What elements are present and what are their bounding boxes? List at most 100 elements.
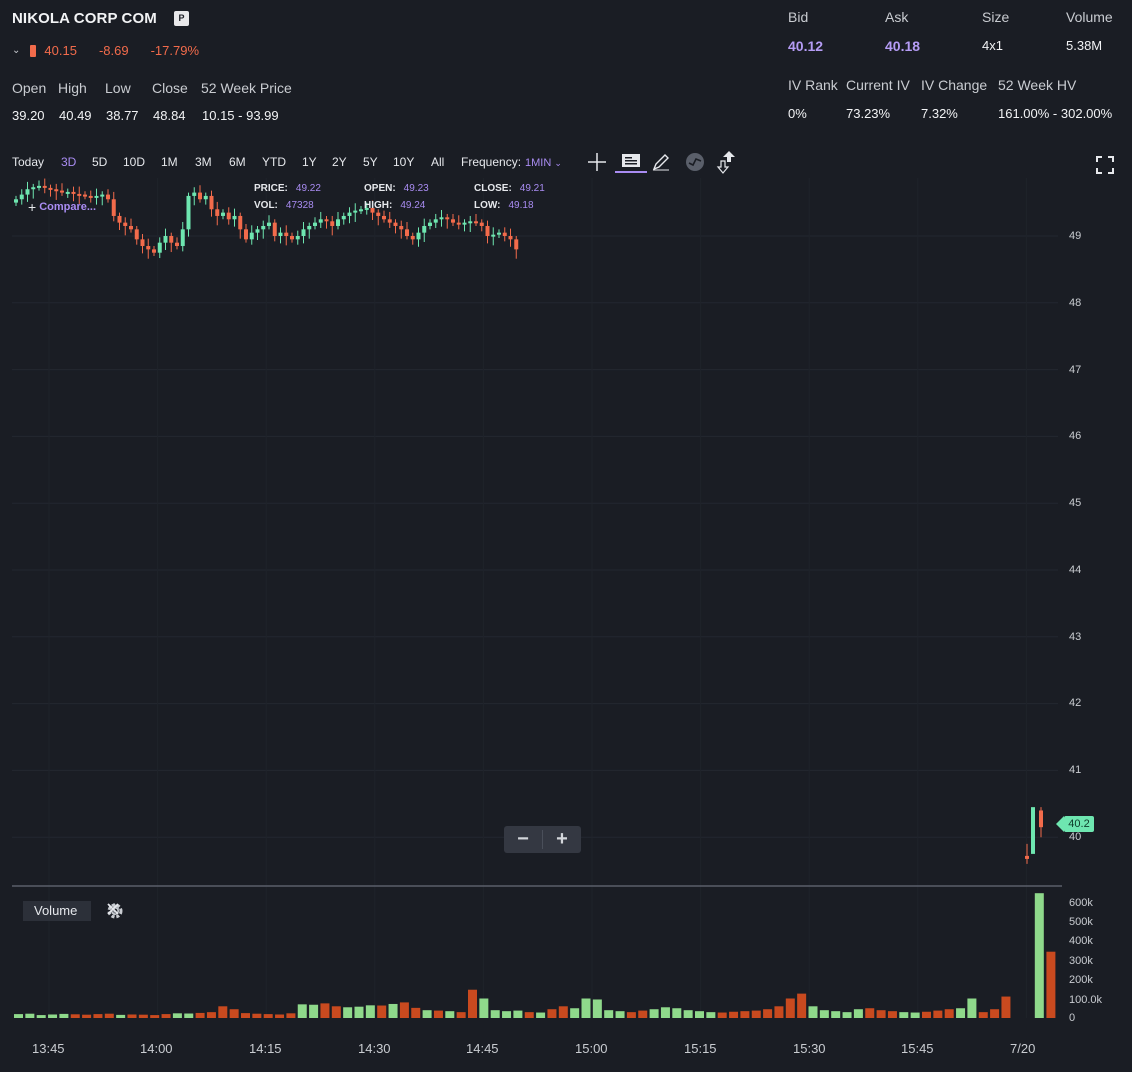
volume-bar [797,993,807,1018]
candle [376,212,381,216]
stat-label-close: Close [152,80,188,96]
candle [497,232,501,235]
x-tick-label: 15:30 [793,1041,826,1056]
volume-bar [456,1012,466,1018]
news-icon[interactable] [615,151,647,173]
volume-bar [763,1009,773,1018]
chart-canvas[interactable] [0,178,1132,1072]
candle [468,221,473,224]
iv-change-value: 7.32% [921,106,958,121]
tf-3m[interactable]: 3M [195,155,212,169]
bid-label: Bid [788,9,809,25]
candle [301,229,306,236]
volume-bar [831,1011,841,1018]
tf-3d[interactable]: 3D [61,155,76,169]
quote-header: NIKOLA CORP COM P ⌄ 40.15 -8.69 -17.79% … [0,0,1132,140]
stat-label-52wk: 52 Week Price [201,80,292,96]
zoom-in-button[interactable]: + [543,826,581,853]
candle [180,229,185,247]
chevron-down-icon: ⌄ [554,158,562,168]
volume-bar [672,1008,682,1018]
candle [290,236,294,240]
legend-high-value: 49.24 [400,200,426,211]
hv-value: 161.00% - 302.00% [998,106,1113,121]
volume-bar [263,1014,273,1018]
volume-bar [184,1013,194,1018]
volume-bar [433,1010,443,1018]
last-price: 40.15 [44,43,77,58]
price-chart[interactable]: + Compare... PRICE: 49.22 OPEN: 49.23 CLOSE… [0,178,1132,1072]
volume-bar [751,1010,761,1018]
candle [215,209,220,216]
pencil-icon[interactable] [650,151,672,173]
volume-bar [615,1011,625,1018]
candle [491,234,496,237]
tf-1y[interactable]: 1Y [302,155,317,169]
tf-10d[interactable]: 10D [123,155,145,169]
volume-pane-tab[interactable]: Volume [23,901,91,921]
stat-low: 38.77 [106,108,139,123]
volume-bar [422,1010,432,1018]
candle [146,246,151,250]
volume-bar [547,1009,557,1018]
compare-button[interactable]: + Compare... [28,199,96,215]
candle [382,215,386,220]
legend-open-value: 49.23 [403,183,429,194]
candle [192,192,197,196]
tf-5y[interactable]: 5Y [363,155,378,169]
stat-high: 40.49 [59,108,92,123]
zoom-out-button[interactable]: − [504,826,542,853]
tf-ytd[interactable]: YTD [262,155,286,169]
y-tick-label: 49 [1069,230,1082,242]
volume-bar [1001,996,1011,1018]
vol-tick-label: 200k [1069,974,1093,986]
tf-1m[interactable]: 1M [161,155,178,169]
close-icon[interactable] [106,902,120,916]
candle [393,222,398,226]
candle [399,225,404,230]
price-change-row: ⌄ 40.15 -8.69 -17.79% [12,43,221,58]
fullscreen-icon[interactable] [1096,156,1114,174]
candle [88,195,93,198]
volume-bar [365,1005,375,1018]
volume-bar [774,1006,784,1018]
tf-2y[interactable]: 2Y [332,155,347,169]
tf-all[interactable]: All [431,155,444,169]
candle [278,232,283,236]
volume-bar [706,1012,716,1018]
candle [267,222,271,226]
candle [249,232,254,240]
volume-bar [1034,893,1044,1018]
volume-bar [922,1011,931,1018]
candle [318,219,323,223]
candle [106,194,110,200]
candle [428,222,432,226]
candle [313,222,317,226]
frequency-label: Frequency: [461,155,522,169]
ask-value: 40.18 [885,38,921,54]
trade-arrows-icon[interactable] [716,151,738,174]
company-name: NIKOLA CORP COM [12,10,157,27]
candle [324,219,329,222]
volume-bar [331,1006,341,1018]
legend-close: CLOSE: 49.21 [474,183,545,194]
indicators-icon[interactable] [684,151,706,173]
chevron-down-icon[interactable]: ⌄ [12,45,20,56]
volume-bar [48,1014,58,1018]
candle [203,195,208,200]
volume-bar [524,1012,534,1018]
volume-bar [399,1002,409,1018]
y-tick-label: 43 [1069,631,1082,643]
volume-bar [445,1011,455,1018]
candle [1025,855,1029,859]
crosshair-icon[interactable] [586,151,608,173]
tf-6m[interactable]: 6M [229,155,246,169]
volume-bar [683,1010,693,1018]
tf-today[interactable]: Today [12,155,44,169]
x-tick-label: 14:15 [249,1041,282,1056]
candle [284,232,289,236]
tf-10y[interactable]: 10Y [393,155,414,169]
candle [100,194,105,197]
tf-5d[interactable]: 5D [92,155,107,169]
frequency-selector[interactable]: Frequency: 1MIN ⌄ [461,155,562,169]
